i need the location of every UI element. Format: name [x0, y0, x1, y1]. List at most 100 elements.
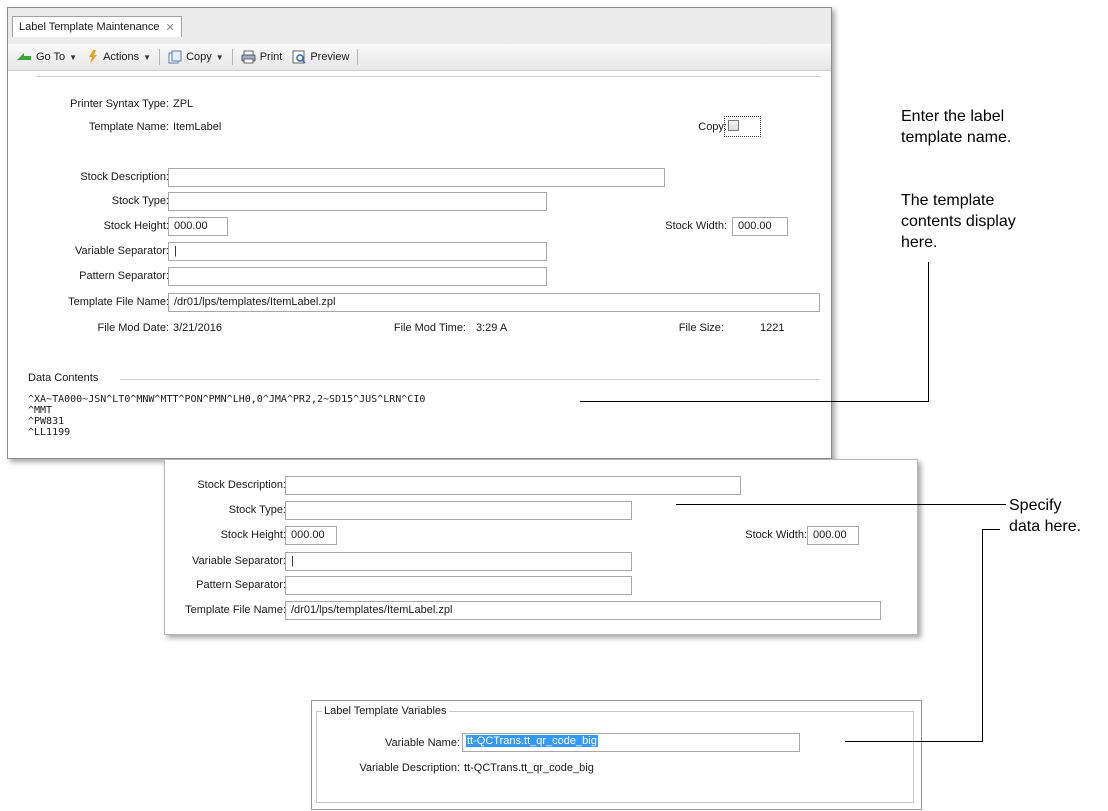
- file-mod-time-value: 3:29 A: [476, 322, 508, 334]
- stock-width-label: Stock Width:: [745, 529, 807, 541]
- variables-group-label: Label Template Variables: [322, 705, 449, 717]
- callout-specify-data: Specify data here.: [1009, 495, 1081, 537]
- toolbar-separator: [357, 49, 359, 65]
- callout-template-contents: The template contents display here.: [901, 190, 1016, 253]
- copy-checkbox-label: Copy:: [698, 121, 727, 133]
- data-line: ^MMT: [28, 405, 53, 416]
- printer-icon: [241, 50, 256, 64]
- print-label: Print: [259, 51, 283, 63]
- variable-separator-field[interactable]: |: [168, 242, 547, 261]
- pattern-separator-label: Pattern Separator:: [79, 270, 169, 282]
- data-contents-area[interactable]: ^XA~TA000~JSN^LT0^MNW^MTT^PON^PMN^LH0,0^…: [28, 394, 818, 450]
- template-file-field[interactable]: /dr01/lps/templates/ItemLabel.zpl: [168, 293, 820, 312]
- variable-name-label: Variable Name:: [385, 737, 460, 749]
- actions-lightning-icon: [89, 50, 98, 64]
- file-mod-date-value: 3/21/2016: [173, 322, 222, 334]
- template-file-field[interactable]: /dr01/lps/templates/ItemLabel.zpl: [285, 601, 881, 620]
- leader-line-specify-horizontal: [676, 504, 1006, 505]
- tab-label-template-maintenance[interactable]: Label Template Maintenance ✕: [12, 16, 182, 37]
- close-icon[interactable]: ✕: [165, 21, 174, 34]
- pattern-separator-field[interactable]: [285, 576, 632, 595]
- variable-separator-field[interactable]: |: [285, 552, 632, 571]
- stock-type-field[interactable]: [285, 501, 632, 520]
- stock-fields-closeup: Stock Description: Stock Type: Stock Hei…: [164, 459, 918, 635]
- data-line: ^LL1199: [28, 427, 71, 438]
- leader-line-contents-vertical: [928, 262, 929, 402]
- toolbar-separator: [159, 49, 161, 65]
- leader-line-variables-horizontal: [845, 741, 983, 742]
- chevron-down-icon: ▼: [143, 52, 152, 62]
- template-name-label: Template Name:: [88, 121, 169, 133]
- stock-type-label: Stock Type:: [111, 195, 169, 207]
- variable-separator-label: Variable Separator:: [192, 555, 286, 567]
- goto-label: Go To: [36, 51, 66, 63]
- data-line: ^PW831: [28, 416, 65, 427]
- actions-label: Actions: [103, 51, 140, 63]
- callout-text: The template: [901, 192, 995, 209]
- stock-description-label: Stock Description:: [80, 171, 169, 183]
- stock-type-field[interactable]: [168, 192, 547, 211]
- file-mod-time-label: File Mod Time:: [393, 322, 466, 334]
- stock-width-field[interactable]: 000.00: [807, 526, 859, 545]
- toolbar-separator: [231, 49, 233, 65]
- actions-button[interactable]: Actions ▼: [83, 46, 155, 68]
- stock-height-field[interactable]: 000.00: [285, 526, 337, 545]
- stock-type-label: Stock Type:: [228, 504, 286, 516]
- template-file-label: Template File Name:: [68, 296, 169, 308]
- stock-description-field[interactable]: [168, 168, 665, 187]
- goto-button[interactable]: Go To ▼: [12, 46, 81, 68]
- stock-width-label: Stock Width:: [665, 220, 727, 232]
- leader-line-variables-top: [982, 529, 1000, 530]
- copy-icon: [168, 50, 182, 64]
- data-contents-label: Data Contents: [28, 372, 99, 384]
- stock-height-field[interactable]: 000.00: [168, 217, 228, 236]
- preview-button[interactable]: Preview: [288, 46, 353, 68]
- variable-separator-label: Variable Separator:: [75, 245, 169, 257]
- variables-group-box: [316, 711, 914, 803]
- callout-label-name: Enter the label template name.: [901, 106, 1011, 148]
- printer-syntax-value: ZPL: [173, 98, 194, 110]
- stock-description-field[interactable]: [285, 476, 741, 495]
- chevron-down-icon: ▼: [215, 52, 224, 62]
- callout-text: contents display: [901, 213, 1016, 230]
- leader-line-variables-vertical: [982, 529, 983, 742]
- pattern-separator-field[interactable]: [168, 267, 547, 286]
- data-line: ^XA~TA000~JSN^LT0^MNW^MTT^PON^PMN^LH0,0^…: [28, 394, 426, 405]
- print-button[interactable]: Print: [237, 46, 287, 68]
- stock-height-label: Stock Height:: [103, 220, 169, 232]
- callout-text: data here.: [1009, 518, 1082, 535]
- variable-name-field[interactable]: tt-QCTrans.tt_qr_code_big: [462, 733, 800, 752]
- form-top-divider: [36, 76, 821, 77]
- tab-strip: Label Template Maintenance ✕: [8, 8, 831, 45]
- callout-text: here.: [901, 234, 938, 251]
- template-file-label: Template File Name:: [185, 604, 286, 616]
- chevron-down-icon: ▼: [69, 52, 78, 62]
- variable-description-label: Variable Description:: [359, 762, 460, 774]
- callout-text: template name.: [901, 129, 1012, 146]
- label-template-maintenance-window: Label Template Maintenance ✕ Go To ▼ Act…: [7, 7, 832, 459]
- toolbar: Go To ▼ Actions ▼ Copy ▼ Print Preview: [8, 44, 831, 71]
- leader-line-contents-horizontal: [580, 401, 929, 402]
- tab-label: Label Template Maintenance: [19, 21, 160, 33]
- template-name-value: ItemLabel: [173, 121, 222, 133]
- variable-name-selection: tt-QCTrans.tt_qr_code_big: [466, 735, 598, 747]
- preview-icon: [292, 50, 306, 64]
- goto-arrow-icon: [17, 53, 31, 60]
- stock-height-label: Stock Height:: [220, 529, 286, 541]
- stock-width-field[interactable]: 000.00: [732, 217, 788, 236]
- printer-syntax-label: Printer Syntax Type:: [70, 98, 169, 110]
- variable-description-value: tt-QCTrans.tt_qr_code_big: [464, 762, 594, 774]
- callout-text: Specify: [1009, 497, 1062, 514]
- callout-text: Enter the label: [901, 108, 1005, 125]
- stock-description-label: Stock Description:: [197, 479, 286, 491]
- file-size-value: 1221: [760, 322, 785, 334]
- copy-button[interactable]: Copy ▼: [164, 46, 228, 68]
- copy-label: Copy: [186, 51, 212, 63]
- label-template-variables-closeup: Label Template Variables Variable Name: …: [311, 700, 922, 810]
- pattern-separator-label: Pattern Separator:: [196, 579, 286, 591]
- preview-label: Preview: [310, 51, 350, 63]
- copy-checkbox[interactable]: [728, 120, 739, 131]
- data-contents-divider: [120, 379, 820, 380]
- file-mod-date-label: File Mod Date:: [97, 322, 169, 334]
- file-size-label: File Size:: [678, 322, 724, 334]
